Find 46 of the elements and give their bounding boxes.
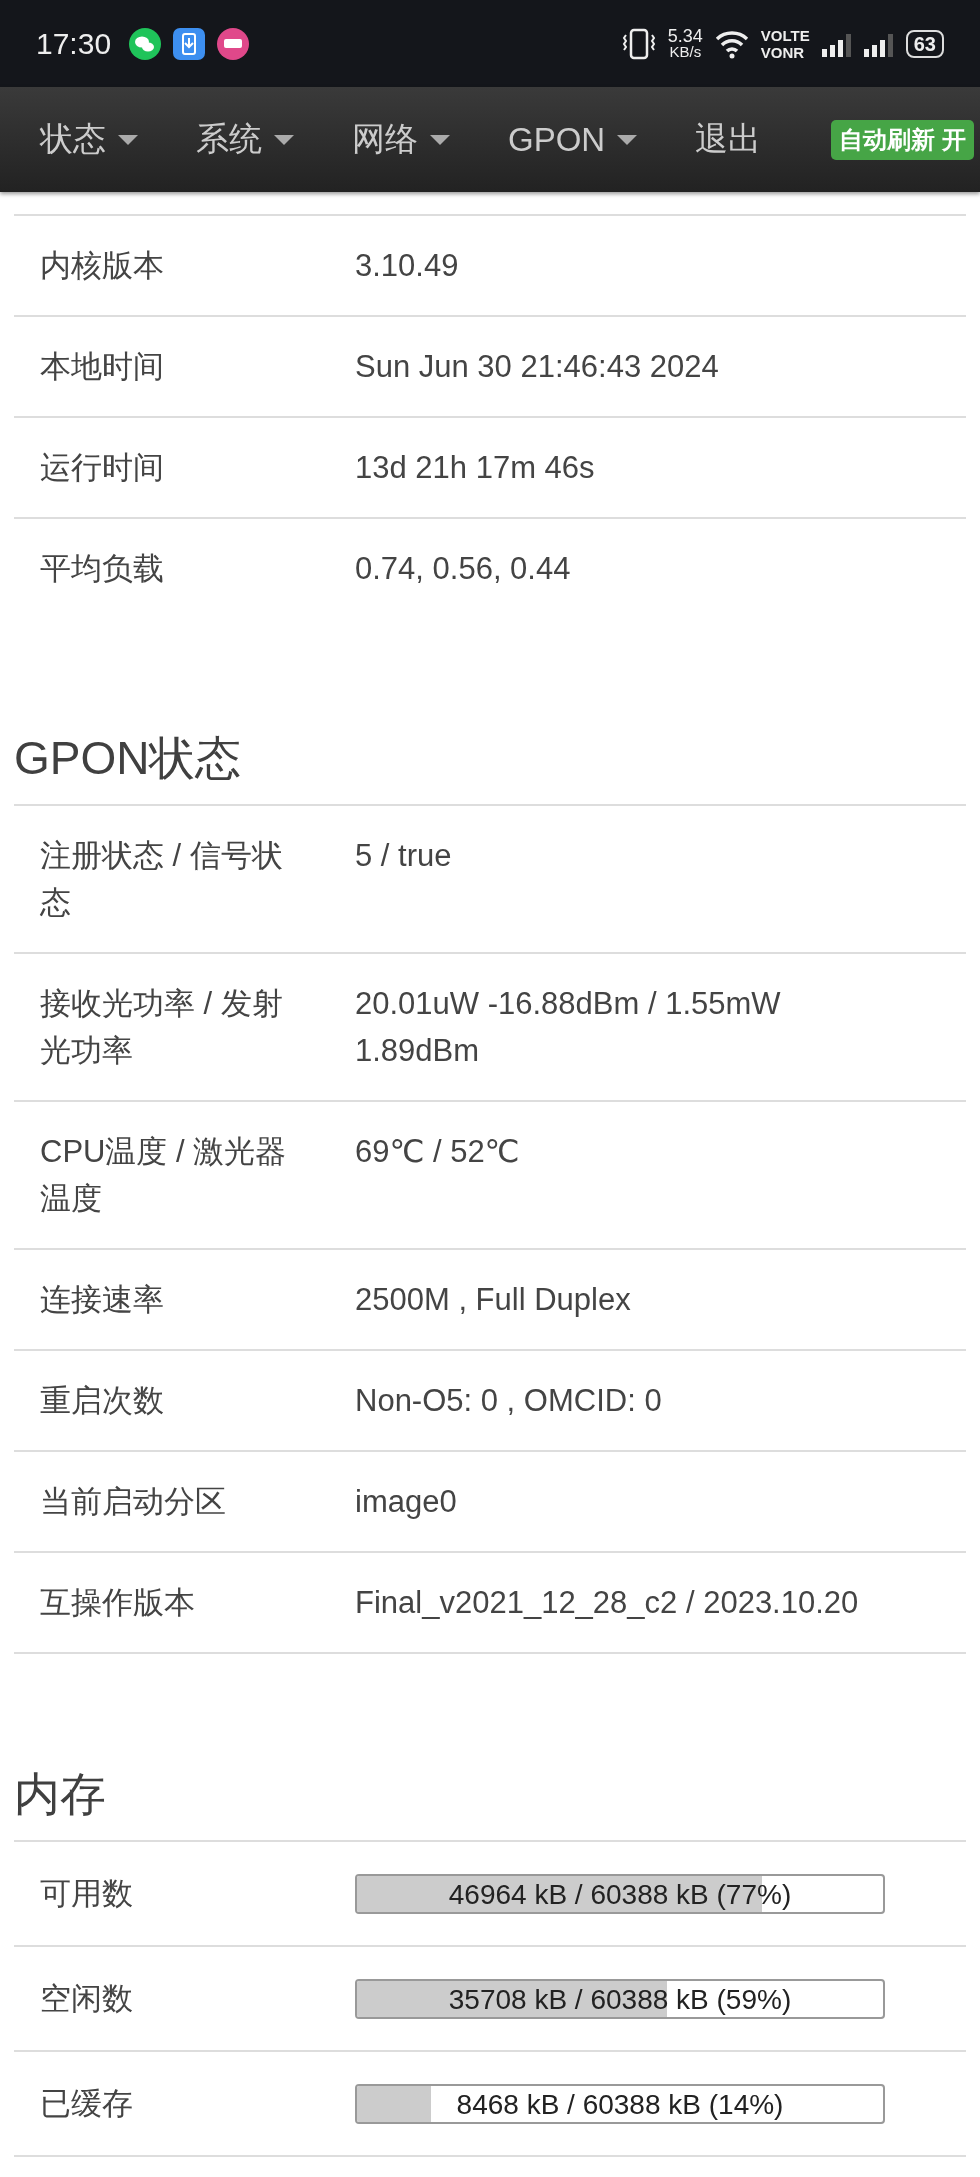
- row-value: Final_v2021_12_28_c2 / 2023.10.20: [355, 1584, 860, 1622]
- download-app-icon: [173, 27, 206, 60]
- nav-menu-item[interactable]: 网络: [352, 117, 450, 162]
- row-label: 可用数: [39, 1875, 134, 1913]
- row-value: 20.01uW -16.88dBm / 1.55mW 1.89dBm: [355, 985, 782, 1070]
- nav-menu-item[interactable]: 系统: [196, 117, 294, 162]
- row-value: 5 / true: [355, 837, 453, 875]
- video-app-icon: [217, 27, 250, 60]
- volte-label: VOLTE: [760, 26, 810, 44]
- speed-unit: KB/s: [669, 43, 702, 60]
- row-value: 13d 21h 17m 46s: [355, 449, 596, 487]
- row-label: 当前启动分区: [39, 1483, 227, 1521]
- progress-text: 46964 kB / 60388 kB (77%): [447, 1878, 793, 1912]
- vibrate-icon: [621, 26, 656, 61]
- row-label: 运行时间: [39, 449, 165, 487]
- row-value: Non-O5: 0 , OMCID: 0: [355, 1382, 663, 1420]
- row-label: 已缓存: [39, 2085, 134, 2123]
- row-label: 本地时间: [39, 348, 165, 386]
- section-heading: GPON状态: [14, 731, 243, 786]
- row-value: image0: [355, 1483, 458, 1521]
- vonr-label: VONR: [760, 43, 806, 61]
- progress-text: 35708 kB / 60388 kB (59%): [447, 1983, 793, 2017]
- chat-app-icon: [129, 27, 162, 60]
- row-label: 空闲数: [39, 1980, 134, 2018]
- row-label: 注册状态 / 信号状态: [39, 837, 284, 922]
- wifi-icon: [714, 28, 749, 59]
- row-value: 0.74, 0.56, 0.44: [355, 550, 572, 588]
- row-value: 2500M , Full Duplex: [355, 1281, 632, 1319]
- row-value: 3.10.49: [355, 247, 460, 285]
- nav-menu-item[interactable]: 退出: [695, 117, 762, 162]
- nav-menu-item[interactable]: 状态: [40, 117, 138, 162]
- row-label: 互操作版本: [39, 1584, 196, 1622]
- row-label: 重启次数: [39, 1382, 165, 1420]
- battery-level: 63: [905, 29, 944, 58]
- network-speed: 5.34: [667, 27, 703, 44]
- nav-menu-item[interactable]: GPON: [508, 120, 638, 159]
- row-label: 平均负载: [39, 550, 165, 588]
- clock-time: 17:30: [36, 26, 112, 61]
- row-label: CPU温度 / 激光器温度: [39, 1133, 288, 1218]
- row-value: Sun Jun 30 21:46:43 2024: [355, 348, 720, 386]
- progress-text: 8468 kB / 60388 kB (14%): [455, 2088, 785, 2122]
- section-heading: 内存: [14, 1767, 107, 1822]
- row-label: 内核版本: [39, 247, 165, 285]
- row-label: 连接速率: [39, 1281, 165, 1319]
- row-value: 69℃ / 52℃: [355, 1133, 521, 1171]
- row-label: 接收光功率 / 发射光功率: [39, 985, 284, 1070]
